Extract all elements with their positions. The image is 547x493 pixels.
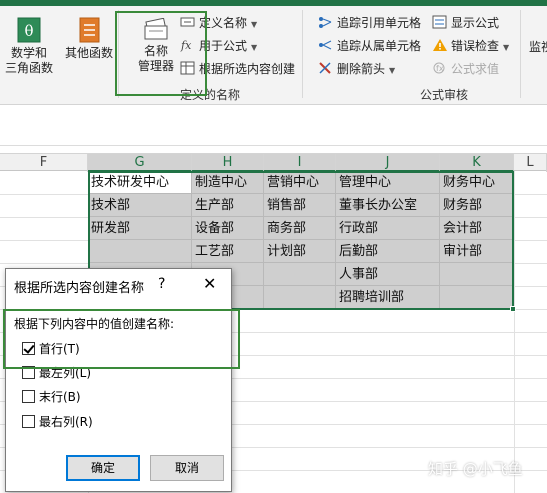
error-checking-label: 错误检查 [451, 39, 500, 53]
name-manager-highlight [115, 11, 207, 96]
create-from-selection-label: 根据所选内容创建 [199, 62, 296, 76]
top-row-option-highlight [3, 309, 240, 369]
trace-dependents-label: 追踪从属单元格 [337, 39, 422, 53]
more-functions-button[interactable]: 其他函数 [62, 16, 116, 61]
column-header-k[interactable]: K [440, 154, 514, 172]
watch-window-label: 监视 [528, 40, 547, 54]
create-names-dialog: 根据所选内容创建名称 ? ✕ 根据下列内容中的值创建名称: 首行(T) 最左列(… [5, 268, 232, 492]
column-header-i[interactable]: I [264, 154, 336, 172]
cancel-button[interactable]: 取消 [150, 455, 224, 481]
error-checking-button[interactable]: 错误检查 ▼ [432, 36, 509, 56]
trace-dependents-button[interactable]: 追踪从属单元格 [318, 36, 421, 56]
show-formulas-label: 显示公式 [451, 16, 500, 30]
bottom-row-checkbox[interactable]: 末行(B) [22, 389, 81, 405]
ok-button[interactable]: 确定 [66, 455, 140, 481]
trace-precedents-icon [318, 15, 334, 29]
evaluate-formula-icon: fx [432, 61, 448, 75]
right-column-label: 最右列(R) [39, 415, 93, 429]
math-trig-label-2: 三角函数 [4, 61, 53, 75]
column-header-f[interactable]: F [0, 154, 88, 172]
trace-dependents-icon [318, 38, 334, 52]
close-icon[interactable]: ✕ [203, 274, 216, 293]
right-column-checkbox[interactable]: 最右列(R) [22, 414, 93, 430]
column-header-h[interactable]: H [192, 154, 264, 172]
chevron-down-icon: ▼ [251, 43, 258, 52]
remove-arrows-label: 删除箭头 [337, 62, 386, 76]
chevron-down-icon: ▼ [503, 43, 510, 52]
remove-arrows-icon [318, 61, 334, 75]
bottom-row-label: 末行(B) [39, 390, 81, 404]
column-header-l[interactable]: L [514, 154, 547, 172]
trace-precedents-label: 追踪引用单元格 [337, 16, 422, 30]
column-header-g[interactable]: G [88, 154, 192, 172]
evaluate-formula-button[interactable]: fx 公式求值 [432, 59, 499, 79]
column-header-row: F G H I J K L [0, 153, 547, 172]
svg-text:θ: θ [24, 22, 33, 40]
more-functions-label: 其他函数 [64, 46, 113, 60]
chevron-down-icon: ▼ [389, 66, 396, 75]
chevron-down-icon: ▼ [251, 20, 258, 29]
warning-icon [432, 38, 448, 52]
math-trig-label-1: 数学和 [10, 46, 47, 60]
show-formulas-icon [432, 15, 448, 29]
theta-icon: θ [17, 17, 41, 43]
formula-auditing-group-label: 公式审核 [420, 88, 469, 102]
formula-area [0, 106, 547, 146]
evaluate-formula-label: 公式求值 [451, 62, 500, 76]
show-formulas-button[interactable]: 显示公式 [432, 13, 499, 33]
dialog-title: 根据所选内容创建名称 [14, 281, 145, 296]
ribbon-top-bar [0, 0, 547, 6]
watermark: 知乎 @小飞鱼 [428, 460, 523, 478]
math-trig-button[interactable]: θ 数学和 三角函数 [4, 16, 54, 76]
fill-handle[interactable] [510, 306, 516, 312]
trace-precedents-button[interactable]: 追踪引用单元格 [318, 13, 421, 33]
checkbox-unchecked[interactable] [22, 415, 35, 428]
ribbon-separator [302, 10, 303, 98]
function-book-icon [79, 17, 100, 43]
remove-arrows-button[interactable]: 删除箭头 ▼ [318, 59, 395, 79]
ribbon: θ 数学和 三角函数 其他函数 名称 管理器 定义名称 ▼ fx 用于公式 ▼ 根据所… [0, 0, 547, 105]
help-button[interactable]: ? [158, 276, 165, 292]
ribbon-separator [520, 10, 521, 98]
watch-window-button[interactable]: 监视 [526, 40, 547, 55]
checkbox-unchecked[interactable] [22, 390, 35, 403]
svg-text:fx: fx [436, 64, 444, 73]
column-header-j[interactable]: J [336, 154, 440, 172]
